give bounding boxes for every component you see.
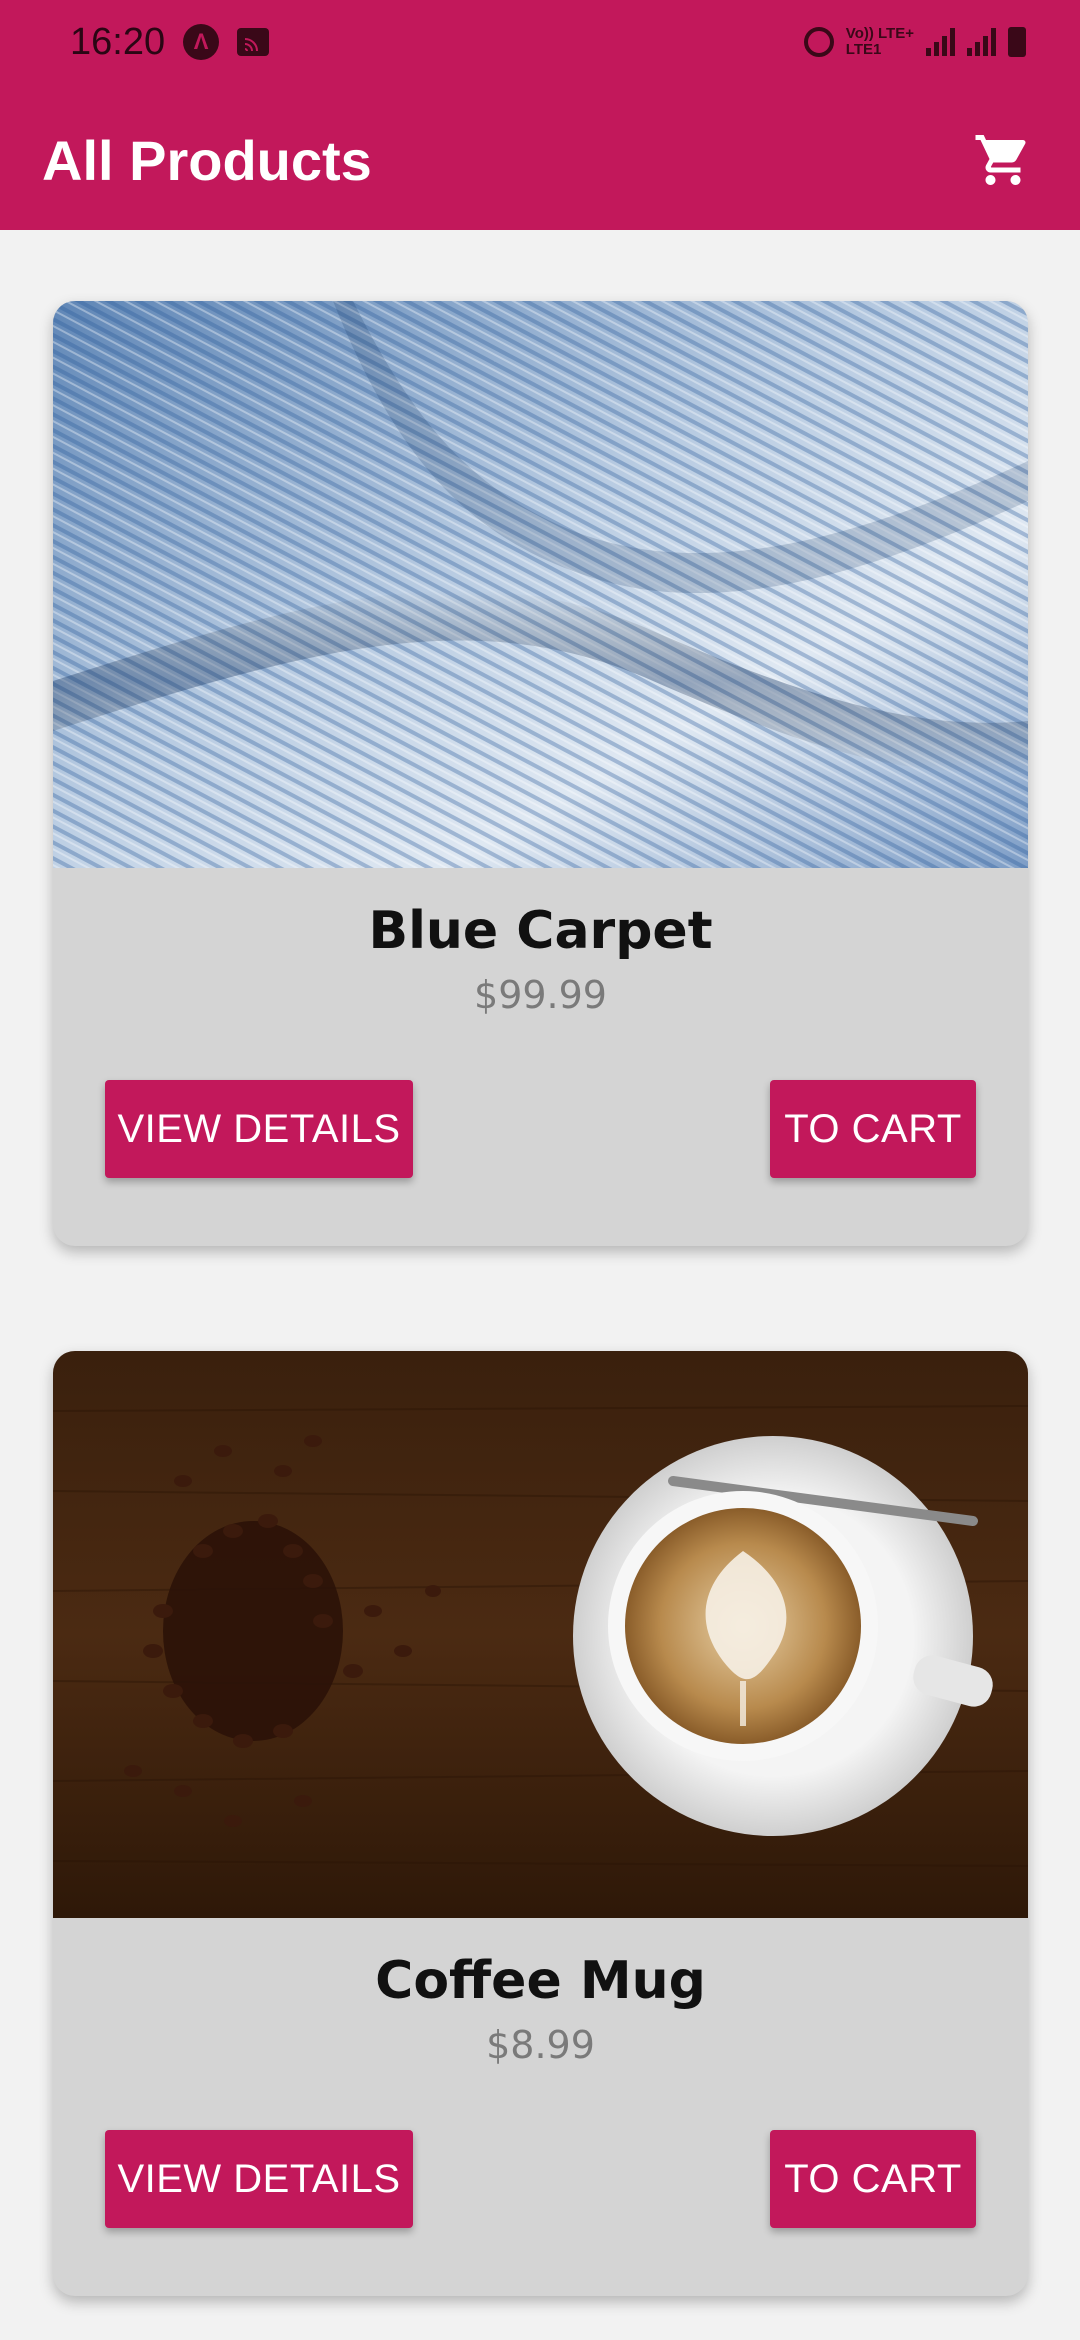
network-indicator: Vo)) LTE+ LTE1 — [846, 26, 914, 58]
product-name: Coffee Mug — [375, 1951, 706, 2011]
product-card[interactable]: Blue Carpet $99.99 VIEW DETAILS TO CART — [53, 301, 1028, 1246]
view-details-button[interactable]: VIEW DETAILS — [105, 1080, 413, 1178]
product-name: Blue Carpet — [368, 901, 713, 961]
product-image-blue-carpet — [53, 301, 1028, 868]
product-price: $99.99 — [474, 973, 607, 1017]
view-details-button[interactable]: VIEW DETAILS — [105, 2130, 413, 2228]
page-title: All Products — [42, 128, 372, 192]
app-bar: 16:20 Λ Vo)) LTE+ LTE1 All Products — [0, 0, 1080, 230]
toolbar: All Products — [0, 110, 1080, 210]
network-bottom-label: LTE1 — [845, 41, 882, 58]
add-to-cart-button[interactable]: TO CART — [770, 2130, 976, 2228]
shopping-cart-icon — [975, 135, 1026, 185]
signal-icon-2 — [967, 28, 996, 56]
add-to-cart-button[interactable]: TO CART — [770, 1080, 976, 1178]
battery-icon — [1008, 27, 1026, 57]
network-top-label: Vo)) LTE+ — [845, 25, 914, 42]
product-card[interactable]: Coffee Mug $8.99 VIEW DETAILS TO CART — [53, 1351, 1028, 2296]
alarm-icon — [803, 27, 834, 57]
status-bar: 16:20 Λ Vo)) LTE+ LTE1 — [0, 0, 1080, 84]
status-time: 16:20 — [70, 20, 166, 63]
app-notification-icon: Λ — [183, 24, 220, 60]
cart-button[interactable] — [968, 125, 1038, 195]
product-price: $8.99 — [486, 2023, 595, 2067]
cast-icon — [237, 28, 270, 56]
signal-icon — [926, 28, 955, 56]
product-image-coffee-mug — [53, 1351, 1028, 1918]
